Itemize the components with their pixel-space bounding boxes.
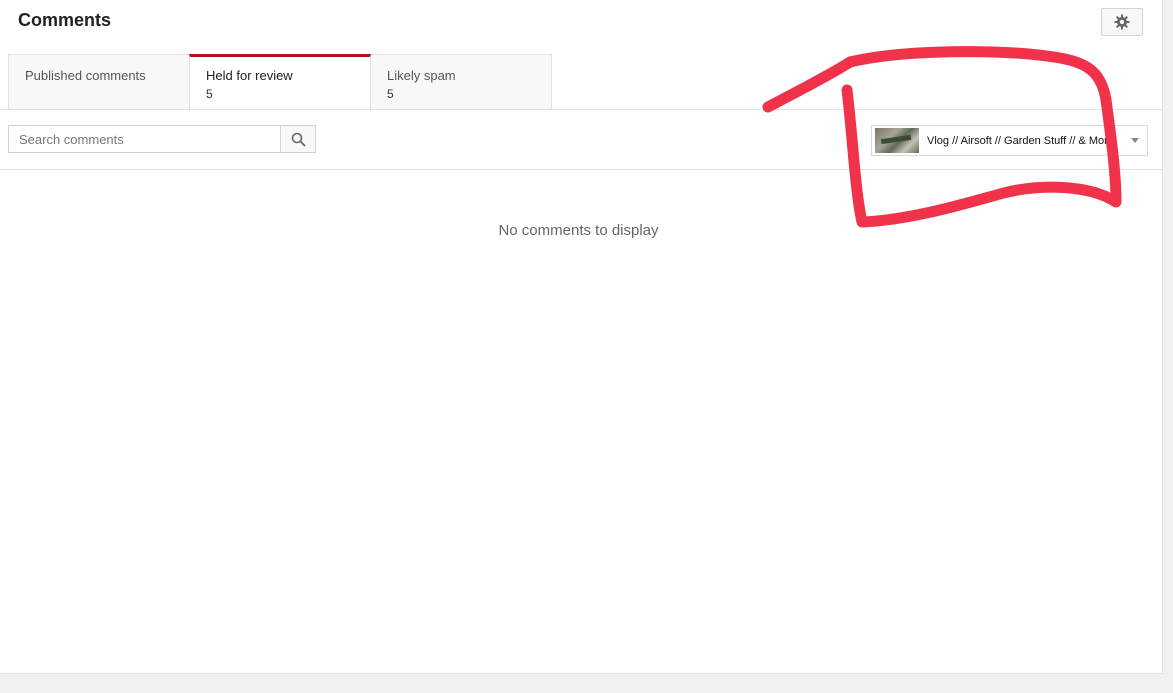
tab-count: 5: [206, 87, 213, 101]
tab-label: Held for review: [206, 68, 293, 83]
search-icon: [291, 132, 306, 147]
toolbar-divider: [0, 169, 1163, 170]
tab-held-for-review[interactable]: Held for review 5: [189, 54, 371, 111]
video-thumbnail: [875, 128, 919, 153]
video-filter-dropdown[interactable]: Vlog // Airsoft // Garden Stuff // & Mor…: [871, 125, 1148, 156]
tab-published-comments[interactable]: Published comments: [8, 54, 190, 110]
page-title: Comments: [18, 10, 112, 30]
settings-button[interactable]: [1101, 8, 1143, 36]
tabs-divider: [0, 109, 1163, 110]
tab-label: Likely spam: [387, 68, 456, 83]
tab-likely-spam[interactable]: Likely spam 5: [370, 54, 552, 110]
comments-page: Comments Published comments Held for rev…: [0, 0, 1163, 674]
comment-tabs: Published comments Held for review 5 Lik…: [8, 54, 552, 111]
search-bar: [8, 125, 316, 153]
empty-state-message: No comments to display: [498, 222, 659, 239]
tab-count: 5: [387, 87, 394, 101]
search-button[interactable]: [280, 125, 316, 153]
selected-video-title: Vlog // Airsoft // Garden Stuff // & Mor…: [927, 134, 1117, 147]
tab-label: Published comments: [25, 68, 146, 83]
caret-down-icon: [1131, 138, 1139, 143]
search-input[interactable]: [8, 125, 280, 153]
gear-icon: [1114, 14, 1130, 30]
